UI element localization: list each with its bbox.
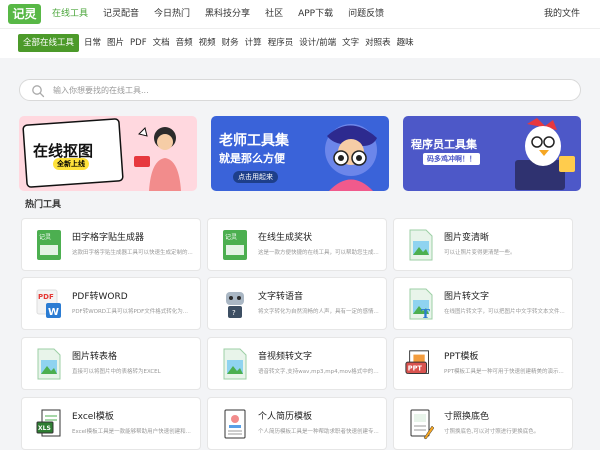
search-icon[interactable]: [31, 84, 45, 98]
tool-desc: 寸照换底色,可以对寸照进行更换底色。: [444, 429, 540, 435]
tool-card-ppt-template[interactable]: PPT PPT模板 PPT模板工具是一种可用于快速创建精美的演示...: [393, 337, 573, 390]
tool-card-certificate[interactable]: 记灵 在线生成奖状 这是一款方便快捷的在线工具，可以帮助您生成...: [207, 218, 387, 271]
tool-desc: 可以让照片变得更清楚一些。: [444, 250, 516, 256]
my-files-link[interactable]: 我的文件: [544, 0, 580, 29]
banner-teacher-tools[interactable]: 老师工具集 就是那么方便 点击用起来: [211, 116, 389, 191]
tool-desc: Excel模板工具是一款能够帮助用户快速创建和...: [72, 429, 191, 435]
category-document[interactable]: 文档: [153, 34, 170, 52]
svg-text:?: ?: [232, 309, 236, 317]
certificate-icon: 记灵: [223, 230, 247, 260]
tool-name: Excel模板: [72, 412, 114, 422]
banner-programmer-tools[interactable]: 程序员工具集 码多鸡冲啊！！: [403, 116, 581, 191]
category-fun[interactable]: 趣味: [397, 34, 414, 52]
search-input[interactable]: [53, 83, 553, 98]
category-pdf[interactable]: PDF: [130, 34, 147, 52]
tool-name: 图片变清晰: [444, 233, 490, 243]
tool-desc: 直接可以将图片中的表格转为EXCEL: [72, 369, 161, 375]
tool-name: 音视频转文字: [258, 352, 313, 362]
category-bar: 全部在线工具 日常 图片 PDF 文档 音频 视频 财务 计算 程序员 设计/前…: [0, 29, 600, 58]
robot-icon: ?: [226, 292, 244, 318]
nav-community[interactable]: 社区: [265, 0, 283, 29]
category-video[interactable]: 视频: [199, 34, 216, 52]
category-calculate[interactable]: 计算: [245, 34, 262, 52]
nav-trending[interactable]: 今日热门: [154, 0, 190, 29]
tool-desc: 个人简历模板工具是一种帮助求职者快速创建专...: [258, 429, 379, 435]
pdf-to-word-icon: PDF W: [36, 289, 61, 318]
tool-card-image-enhance[interactable]: 图片变清晰 可以让照片变得更清楚一些。: [393, 218, 573, 271]
tool-card-resume-template[interactable]: 个人简历模板 个人简历模板工具是一种帮助求职者快速创建专...: [207, 397, 387, 450]
svg-text:W: W: [48, 307, 59, 318]
nav-feedback[interactable]: 问题反馈: [348, 0, 384, 29]
nav-app-download[interactable]: APP下载: [298, 0, 333, 29]
tool-name: PPT模板: [444, 352, 479, 362]
banner-teacher-title: 老师工具集: [219, 133, 289, 149]
banner-teacher-button[interactable]: 点击用起来: [233, 171, 278, 183]
tool-name: 在线生成奖状: [258, 233, 313, 243]
svg-text:PDF: PDF: [38, 293, 54, 301]
banner-cutout-subtitle: 全新上线: [53, 158, 89, 170]
svg-text:记灵: 记灵: [225, 234, 237, 241]
category-programmer[interactable]: 程序员: [268, 34, 294, 52]
nav-online-tools[interactable]: 在线工具: [52, 0, 88, 29]
nav-tech-share[interactable]: 黑科技分享: [205, 0, 250, 29]
nav-dubbing[interactable]: 记灵配音: [103, 0, 139, 29]
banner-programmer-subtitle: 码多鸡冲啊！！: [423, 153, 480, 165]
excel-icon: XLS: [36, 409, 61, 437]
svg-text:T: T: [421, 307, 430, 320]
tool-desc: 这是一款方便快捷的在线工具，可以帮助您生成...: [258, 250, 379, 256]
category-image[interactable]: 图片: [107, 34, 124, 52]
category-text[interactable]: 文字: [342, 34, 359, 52]
tool-name: 图片转文字: [444, 292, 490, 302]
tool-card-text-to-speech[interactable]: ? 文字转语音 将文字转化为自然流畅的人声，具有一定的感情...: [207, 277, 387, 330]
category-audio[interactable]: 音频: [176, 34, 193, 52]
tool-name: 田字格字贴生成器: [72, 233, 145, 243]
svg-text:XLS: XLS: [38, 425, 51, 432]
tool-name: 个人简历模板: [258, 412, 313, 422]
tool-desc: PDF转WORD工具可以将PDF文件格式转化为...: [72, 309, 189, 315]
logo[interactable]: 记灵: [8, 4, 41, 24]
category-daily[interactable]: 日常: [84, 34, 101, 52]
tool-desc: 在线图片转文字，可以把图片中文字转文本文件...: [444, 309, 565, 315]
tool-desc: PPT模板工具是一种可用于快速创建精美的演示...: [444, 369, 564, 375]
tool-card-pdf-to-word[interactable]: PDF W PDF转WORD PDF转WORD工具可以将PDF文件格式转化为..…: [21, 277, 201, 330]
section-title-hot-tools: 热门工具: [25, 200, 62, 210]
tool-desc: 将文字转化为自然流畅的人声，具有一定的感情...: [258, 309, 379, 315]
document-edit-icon: [410, 409, 434, 440]
tool-name: 文字转语音: [258, 292, 304, 302]
banner-cutout[interactable]: 在线抠图 全新上线: [19, 116, 197, 191]
main-nav: 在线工具 记灵配音 今日热门 黑科技分享 社区 APP下载 问题反馈: [52, 0, 399, 29]
image-file-icon: [223, 348, 247, 380]
banner-teacher-tagline: 就是那么方便: [219, 152, 285, 165]
tool-name: 寸照换底色: [444, 412, 490, 422]
copybook-icon: 记灵: [37, 230, 61, 260]
category-reference[interactable]: 对照表: [365, 34, 391, 52]
tool-card-image-to-table[interactable]: 图片转表格 直接可以将图片中的表格转为EXCEL: [21, 337, 201, 390]
svg-text:PPT: PPT: [408, 365, 423, 373]
resume-icon: [224, 409, 246, 439]
image-file-icon: [409, 229, 433, 261]
category-all[interactable]: 全部在线工具: [18, 34, 80, 52]
banner-programmer-title: 程序员工具集: [411, 138, 477, 151]
tool-card-image-to-text[interactable]: T 图片转文字 在线图片转文字，可以把图片中文字转文本文件...: [393, 277, 573, 330]
image-to-text-icon: T: [409, 288, 433, 320]
tool-name: PDF转WORD: [72, 292, 128, 302]
tool-card-photo-background[interactable]: 寸照换底色 寸照换底色,可以对寸照进行更换底色。: [393, 397, 573, 450]
search-bar: [19, 79, 581, 101]
svg-text:记灵: 记灵: [39, 234, 51, 241]
tool-desc: 语音转文字,支持wav,mp3,mp4,mov格式中的音频...: [258, 369, 380, 375]
ppt-icon: PPT: [405, 350, 429, 374]
category-design[interactable]: 设计/前端: [299, 34, 336, 52]
image-file-icon: [37, 348, 61, 380]
tool-name: 图片转表格: [72, 352, 118, 362]
tool-card-excel-template[interactable]: XLS Excel模板 Excel模板工具是一款能够帮助用户快速创建和...: [21, 397, 201, 450]
top-header: 记灵 在线工具 记灵配音 今日热门 黑科技分享 社区 APP下载 问题反馈 我的…: [0, 0, 600, 29]
tool-card-av-to-text[interactable]: 音视频转文字 语音转文字,支持wav,mp3,mp4,mov格式中的音频...: [207, 337, 387, 390]
category-finance[interactable]: 财务: [222, 34, 239, 52]
tool-card-grid-copybook[interactable]: 记灵 田字格字贴生成器 这款田字格字贴生成器工具可以快速生成定制的...: [21, 218, 201, 271]
tool-desc: 这款田字格字贴生成器工具可以快速生成定制的...: [72, 250, 193, 256]
